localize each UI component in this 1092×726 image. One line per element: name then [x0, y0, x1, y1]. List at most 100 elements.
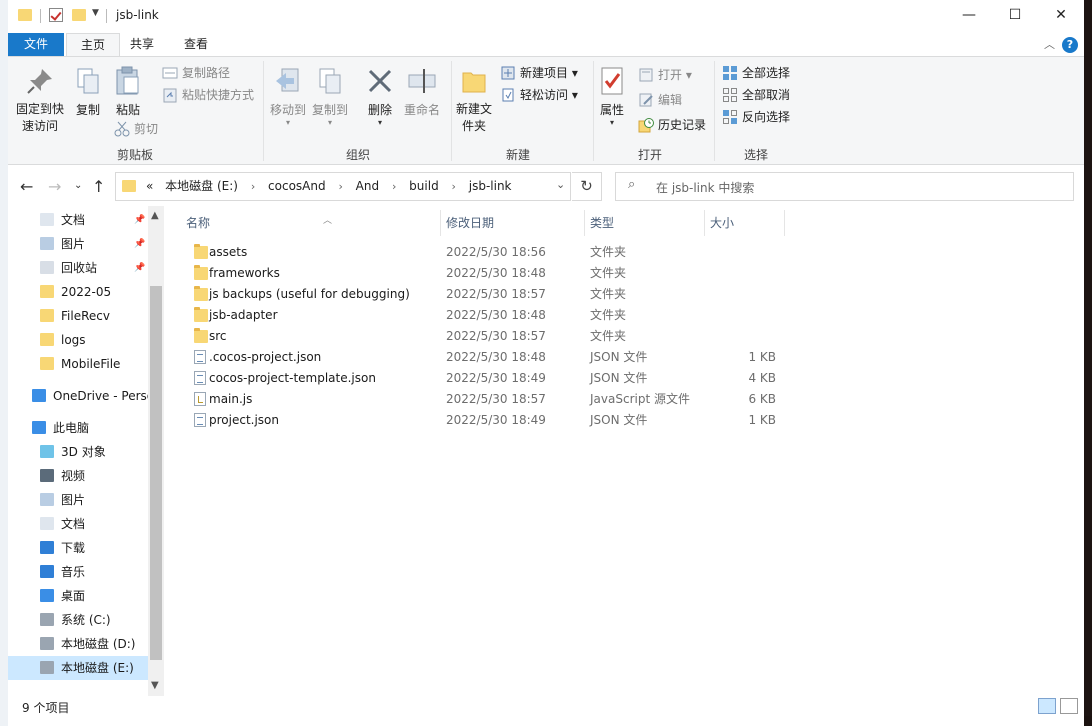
- javascript-file-icon: [194, 392, 206, 406]
- chevron-right-icon[interactable]: ›: [452, 180, 456, 193]
- file-row[interactable]: src 2022/5/30 18:57 文件夹: [181, 326, 786, 347]
- column-header-type[interactable]: 类型: [585, 210, 705, 236]
- recent-locations-chevron-icon[interactable]: ⌄: [74, 180, 82, 191]
- minimize-button[interactable]: —: [946, 0, 992, 31]
- nav-item[interactable]: 3D 对象: [40, 440, 148, 464]
- toolbar-separator: [106, 9, 107, 23]
- nav-item[interactable]: 文档: [40, 512, 148, 536]
- address-history-chevron-icon[interactable]: ⌄: [556, 178, 565, 191]
- new-folder-button[interactable]: 新建文件夹: [454, 65, 494, 135]
- new-item-button[interactable]: 新建项目 ▾: [500, 63, 578, 83]
- breadcrumb-overflow[interactable]: «: [146, 179, 153, 193]
- nav-item[interactable]: 2022-05: [40, 280, 148, 304]
- forward-arrow-icon[interactable]: →: [48, 177, 61, 196]
- copy-path-button[interactable]: 复制路径: [162, 63, 230, 83]
- tab-file[interactable]: 文件: [8, 33, 64, 57]
- help-icon[interactable]: ?: [1062, 37, 1078, 53]
- tab-share[interactable]: 共享: [116, 33, 168, 57]
- nav-item[interactable]: 图片: [40, 488, 148, 512]
- properties-button[interactable]: 属性 ▾: [594, 65, 630, 127]
- nav-scrollbar[interactable]: ▲ ▼: [148, 206, 164, 696]
- tab-home[interactable]: 主页: [66, 33, 121, 57]
- new-folder-quick-access-icon[interactable]: [72, 9, 86, 21]
- copy-button[interactable]: 复制: [70, 65, 106, 118]
- nav-item[interactable]: 下载: [40, 536, 148, 560]
- address-bar[interactable]: « 本地磁盘 (E:) › cocosAnd › And › build › j…: [115, 172, 571, 201]
- breadcrumb-item[interactable]: build: [409, 179, 439, 193]
- file-row[interactable]: project.json 2022/5/30 18:49 JSON 文件 1 KB: [181, 410, 786, 431]
- paste-button[interactable]: 粘贴: [110, 65, 146, 118]
- nav-item[interactable]: FileRecv: [40, 304, 148, 328]
- nav-item[interactable]: 本地磁盘 (E:): [8, 656, 148, 680]
- nav-item-label: 本地磁盘 (D:): [61, 637, 136, 651]
- nav-item[interactable]: OneDrive - Perso: [32, 384, 154, 408]
- nav-item-label: 此电脑: [53, 421, 90, 435]
- nav-item[interactable]: MobileFile: [40, 352, 148, 376]
- column-header-name[interactable]: 名称 ︿: [181, 210, 441, 236]
- collapse-ribbon-chevron-icon[interactable]: ︿: [1044, 36, 1055, 52]
- breadcrumb-item[interactable]: And: [356, 179, 379, 193]
- nav-item[interactable]: 此电脑: [32, 416, 148, 440]
- close-button[interactable]: ✕: [1038, 0, 1084, 31]
- select-all-button[interactable]: 全部选择: [722, 63, 790, 83]
- copy-to-button[interactable]: 复制到 ▾: [310, 65, 350, 127]
- breadcrumb-item[interactable]: cocosAnd: [268, 179, 326, 193]
- chevron-right-icon[interactable]: ›: [338, 180, 342, 193]
- nav-item[interactable]: 系统 (C:): [40, 608, 148, 632]
- maximize-button[interactable]: ☐: [992, 0, 1038, 31]
- select-none-button[interactable]: 全部取消: [722, 85, 790, 105]
- scroll-up-icon[interactable]: ▲: [151, 210, 159, 221]
- nav-item[interactable]: 音乐: [40, 560, 148, 584]
- refresh-icon[interactable]: ↻: [572, 172, 602, 201]
- paste-shortcut-button[interactable]: 粘贴快捷方式: [162, 85, 254, 105]
- copy-to-icon: [314, 65, 346, 97]
- invert-selection-button[interactable]: 反向选择: [722, 107, 790, 127]
- rename-button[interactable]: 重命名: [402, 65, 442, 118]
- nav-item[interactable]: 本地磁盘 (D:): [40, 632, 148, 656]
- cut-button[interactable]: 剪切: [114, 119, 158, 139]
- nav-item[interactable]: 视频: [40, 464, 148, 488]
- nav-item[interactable]: 桌面: [40, 584, 148, 608]
- nav-scrollbar-thumb[interactable]: [150, 286, 162, 660]
- chevron-right-icon[interactable]: ›: [251, 180, 255, 193]
- delete-button[interactable]: 删除 ▾: [360, 65, 400, 127]
- nav-item-label: OneDrive - Perso: [53, 389, 155, 403]
- details-view-icon[interactable]: [1038, 698, 1056, 714]
- pin-to-quick-access-button[interactable]: 固定到快速访问: [14, 65, 66, 135]
- breadcrumb-item[interactable]: 本地磁盘 (E:): [165, 179, 238, 193]
- customize-quick-access-chevron-icon[interactable]: ▼: [92, 8, 99, 25]
- title-bar: ▼ jsb-link — ☐ ✕: [8, 0, 1084, 31]
- edit-icon: [638, 92, 654, 108]
- file-row[interactable]: .cocos-project.json 2022/5/30 18:48 JSON 文…: [181, 347, 786, 368]
- history-button[interactable]: 历史记录: [638, 115, 706, 135]
- nav-item-label: 文档: [61, 517, 86, 531]
- move-to-button[interactable]: 移动到 ▾: [268, 65, 308, 127]
- edit-button[interactable]: 编辑: [638, 90, 682, 110]
- easy-access-button[interactable]: 轻松访问 ▾: [500, 85, 578, 105]
- large-icons-view-icon[interactable]: [1060, 698, 1078, 714]
- open-button[interactable]: 打开 ▾: [638, 65, 692, 85]
- nav-item[interactable]: 回收站 📌: [40, 256, 148, 280]
- file-row[interactable]: js backups (useful for debugging) 2022/5/…: [181, 284, 786, 305]
- chevron-right-icon[interactable]: ›: [392, 180, 396, 193]
- nav-item[interactable]: logs: [40, 328, 148, 352]
- breadcrumb-item[interactable]: jsb-link: [469, 179, 512, 193]
- new-item-icon: [500, 65, 516, 81]
- file-row[interactable]: cocos-project-template.json 2022/5/30 18:…: [181, 368, 786, 389]
- column-header-date[interactable]: 修改日期: [441, 210, 585, 236]
- back-arrow-icon[interactable]: ←: [20, 177, 33, 196]
- nav-item[interactable]: 文档 📌: [40, 208, 148, 232]
- nav-item[interactable]: 图片 📌: [40, 232, 148, 256]
- file-row[interactable]: main.js 2022/5/30 18:57 JavaScript 源文件 6 KB: [181, 389, 786, 410]
- select-all-icon: [722, 65, 738, 81]
- scroll-down-icon[interactable]: ▼: [151, 680, 159, 691]
- up-arrow-icon[interactable]: ↑: [92, 177, 105, 196]
- search-input[interactable]: 在 jsb-link 中搜索: [656, 179, 754, 196]
- column-header-size[interactable]: 大小: [705, 210, 785, 236]
- properties-quick-access-icon[interactable]: [49, 8, 63, 22]
- search-box[interactable]: ⌕ 在 jsb-link 中搜索: [615, 172, 1074, 201]
- file-row[interactable]: frameworks 2022/5/30 18:48 文件夹: [181, 263, 786, 284]
- tab-view[interactable]: 查看: [170, 33, 222, 57]
- file-row[interactable]: assets 2022/5/30 18:56 文件夹: [181, 242, 786, 263]
- file-row[interactable]: jsb-adapter 2022/5/30 18:48 文件夹: [181, 305, 786, 326]
